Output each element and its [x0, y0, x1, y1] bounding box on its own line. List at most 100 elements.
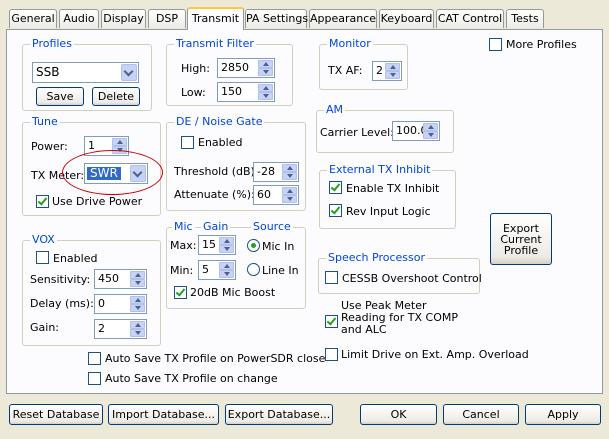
threshold-input[interactable]: -28 — [253, 162, 299, 182]
spin-up-icon[interactable] — [282, 164, 297, 172]
spin-down-icon[interactable] — [282, 172, 297, 180]
spin-down-icon[interactable] — [258, 92, 273, 100]
highlight-ellipse — [62, 150, 163, 195]
tab-keyboard[interactable]: Keyboard — [379, 9, 434, 28]
spin-up-icon[interactable] — [219, 262, 234, 270]
spin-up-icon[interactable] — [130, 271, 145, 279]
cessb-checkbox[interactable] — [325, 271, 338, 284]
rev-input-logic-checkbox[interactable] — [329, 204, 342, 217]
spin-down-icon[interactable] — [130, 279, 145, 287]
tab-display[interactable]: Display — [101, 9, 146, 28]
tab-cat-control[interactable]: CAT Control — [436, 9, 504, 28]
vox-enabled-label: Enabled — [53, 252, 98, 265]
tune-power-value: 1 — [88, 139, 95, 152]
tab-dsp[interactable]: DSP — [148, 9, 186, 28]
export-current-profile-button[interactable]: Export Current Profile — [490, 213, 552, 265]
auto-save-change-checkbox[interactable] — [88, 372, 101, 385]
high-label: High: — [181, 62, 210, 75]
spin-down-icon[interactable] — [130, 329, 145, 337]
low-filter-input[interactable]: 150 — [217, 82, 275, 102]
use-peak-meter-label: Use Peak Meter Reading for TX COMP and A… — [341, 299, 458, 336]
low-filter-value: 150 — [221, 85, 242, 98]
spin-up-icon[interactable] — [282, 187, 297, 195]
high-filter-value: 2850 — [221, 61, 249, 74]
mic-max-input[interactable]: 15 — [198, 235, 236, 255]
use-drive-power-checkbox[interactable] — [36, 195, 49, 208]
mic-max-label: Max: — [170, 239, 197, 252]
vox-gain-input[interactable]: 2 — [94, 319, 147, 339]
vox-gain-value: 2 — [98, 322, 105, 335]
chevron-down-icon[interactable] — [121, 64, 137, 81]
spin-up-icon[interactable] — [258, 84, 273, 92]
mic-min-input[interactable]: 5 — [198, 260, 236, 280]
tab-audio[interactable]: Audio — [59, 9, 99, 28]
mic-title: Mic — [172, 220, 195, 233]
limit-drive-checkbox[interactable] — [325, 348, 338, 361]
profile-select[interactable]: SSB — [32, 62, 139, 83]
low-label: Low: — [181, 86, 206, 99]
apply-button[interactable]: Apply — [525, 404, 601, 425]
tune-title: Tune — [30, 115, 60, 128]
high-filter-input[interactable]: 2850 — [217, 58, 275, 78]
enable-tx-inhibit-checkbox[interactable] — [329, 181, 342, 194]
carrier-level-label: Carrier Level: — [320, 126, 394, 139]
tx-af-input[interactable]: 2 — [372, 61, 402, 81]
export-database-button[interactable]: Export Database... — [225, 404, 333, 425]
de-enabled-checkbox[interactable] — [181, 136, 194, 149]
transmit-filter-title: Transmit Filter — [174, 37, 256, 50]
delay-label: Delay (ms): — [30, 297, 94, 310]
mic-in-radio[interactable] — [247, 239, 260, 252]
attenuate-input[interactable]: 60 — [253, 185, 299, 205]
spin-up-icon[interactable] — [385, 63, 400, 71]
reset-database-button[interactable]: Reset Database — [9, 404, 103, 425]
attenuate-label: Attenuate (%): — [174, 188, 255, 201]
ok-button[interactable]: OK — [360, 404, 437, 425]
mic-in-label: Mic In — [262, 240, 295, 253]
import-database-button[interactable]: Import Database... — [108, 404, 219, 425]
use-drive-power-label: Use Drive Power — [52, 195, 143, 208]
spin-down-icon[interactable] — [423, 131, 438, 139]
vox-enabled-checkbox[interactable] — [36, 251, 49, 264]
mic-min-label: Min: — [170, 264, 194, 277]
vox-title: VOX — [30, 233, 57, 246]
external-tx-inhibit-group: External TX Inhibit — [319, 164, 456, 229]
spin-up-icon[interactable] — [258, 60, 273, 68]
spin-down-icon[interactable] — [258, 68, 273, 76]
spin-down-icon[interactable] — [219, 270, 234, 278]
spin-up-icon[interactable] — [423, 123, 438, 131]
auto-save-close-checkbox[interactable] — [88, 352, 101, 365]
monitor-title: Monitor — [327, 37, 373, 50]
line-in-radio[interactable] — [247, 263, 260, 276]
vox-sensitivity-value: 450 — [98, 272, 119, 285]
rev-input-logic-label: Rev Input Logic — [346, 205, 431, 218]
tab-general[interactable]: General — [9, 9, 57, 28]
line-in-label: Line In — [262, 264, 299, 277]
vox-sensitivity-input[interactable]: 450 — [94, 269, 147, 289]
tab-pa-settings[interactable]: PA Settings — [245, 9, 308, 28]
delete-profile-button[interactable]: Delete — [92, 87, 140, 106]
speech-processor-title: Speech Processor — [326, 251, 427, 264]
spin-down-icon[interactable] — [282, 195, 297, 203]
more-profiles-checkbox[interactable] — [489, 38, 502, 51]
spin-up-icon[interactable] — [130, 321, 145, 329]
carrier-level-input[interactable]: 100.0 — [392, 121, 440, 141]
spin-up-icon[interactable] — [219, 237, 234, 245]
tab-tests[interactable]: Tests — [506, 9, 544, 28]
vox-delay-input[interactable]: 0 — [94, 294, 147, 314]
spin-down-icon[interactable] — [219, 245, 234, 253]
cancel-button[interactable]: Cancel — [443, 404, 519, 425]
auto-save-change-label: Auto Save TX Profile on change — [105, 372, 278, 385]
vox-delay-value: 0 — [98, 297, 105, 310]
spin-up-icon[interactable] — [112, 138, 127, 146]
mic-boost-label: 20dB Mic Boost — [190, 286, 276, 299]
mic-boost-checkbox[interactable] — [174, 286, 187, 299]
save-profile-button[interactable]: Save — [36, 87, 84, 106]
mic-gain-title: Gain — [201, 220, 231, 233]
tab-transmit[interactable]: Transmit — [187, 7, 244, 30]
sensitivity-label: Sensitivity: — [30, 273, 91, 286]
spin-down-icon[interactable] — [130, 304, 145, 312]
use-peak-meter-checkbox[interactable] — [325, 315, 338, 328]
spin-down-icon[interactable] — [385, 71, 400, 79]
tab-appearance[interactable]: Appearance — [309, 9, 377, 28]
spin-up-icon[interactable] — [130, 296, 145, 304]
